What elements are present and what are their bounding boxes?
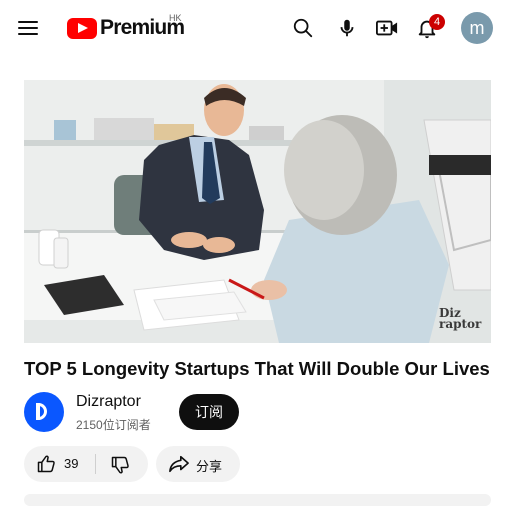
dislike-button[interactable] [96, 446, 148, 482]
subscriber-count: 2150位订阅者 [76, 418, 151, 432]
channel-logo-icon [36, 403, 47, 420]
video-frame-image [24, 80, 491, 343]
subscribe-button[interactable]: 订阅 [179, 394, 239, 430]
share-button[interactable]: 分享 [156, 446, 240, 482]
menu-icon[interactable] [16, 16, 40, 40]
share-icon [169, 455, 189, 473]
next-section-placeholder [24, 494, 491, 506]
youtube-play-icon [67, 17, 97, 39]
thumbs-up-icon [37, 455, 55, 473]
top-app-bar: Premium HK 4 m [0, 0, 515, 56]
like-count: 39 [64, 456, 79, 471]
search-icon[interactable] [290, 15, 316, 41]
like-button[interactable]: 39 [24, 446, 96, 482]
video-player[interactable]: Diz raptor [24, 80, 491, 343]
youtube-premium-logo[interactable]: Premium [67, 16, 185, 40]
share-label: 分享 [196, 459, 223, 474]
thumbs-down-icon [111, 456, 129, 474]
microphone-icon[interactable] [334, 15, 360, 41]
channel-avatar[interactable] [24, 392, 64, 432]
video-title: TOP 5 Longevity Startups That Will Doubl… [24, 358, 490, 379]
create-video-icon[interactable] [374, 15, 400, 41]
channel-watermark: Diz raptor [439, 306, 482, 331]
region-label: HK [169, 13, 182, 23]
account-avatar[interactable]: m [461, 12, 493, 44]
channel-name[interactable]: Dizraptor [76, 393, 141, 411]
notification-count-badge: 4 [429, 14, 445, 30]
like-dislike-group: 39 [24, 446, 148, 482]
